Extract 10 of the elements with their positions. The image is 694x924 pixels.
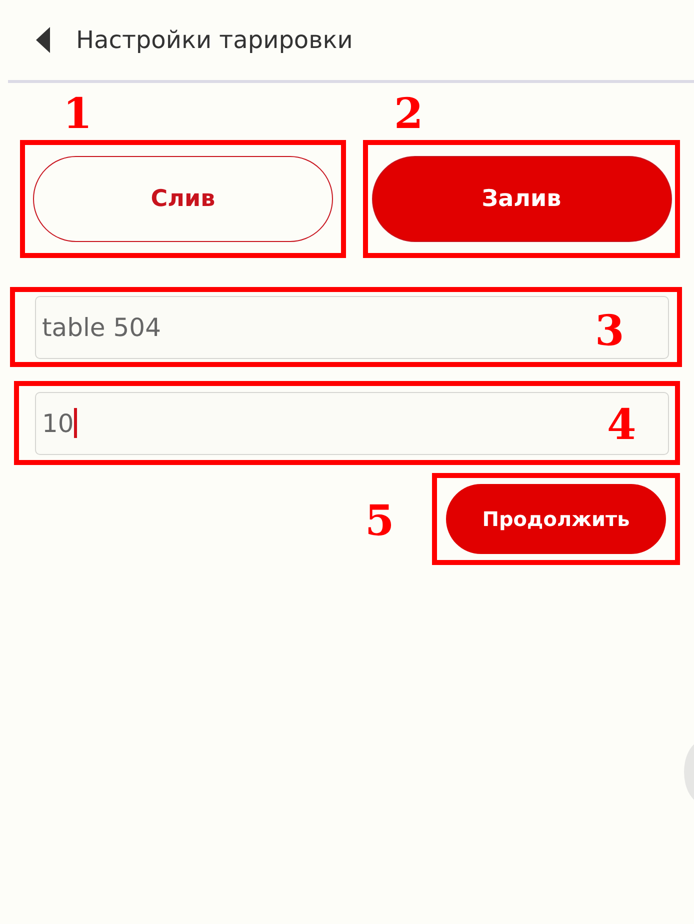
annotation-number: 2 [394, 93, 424, 135]
continue-button[interactable]: Продолжить [446, 484, 666, 554]
annotation-number: 1 [63, 93, 92, 135]
annotation-number: 4 [607, 404, 636, 446]
mode-button[interactable]: Залив [372, 156, 672, 242]
annotation-number: 3 [595, 310, 624, 352]
annotation-number: 5 [365, 500, 394, 542]
screen-title: Настройки тарировки [76, 26, 353, 54]
mode-button[interactable]: Слив [33, 156, 333, 242]
back-icon[interactable] [36, 27, 50, 53]
